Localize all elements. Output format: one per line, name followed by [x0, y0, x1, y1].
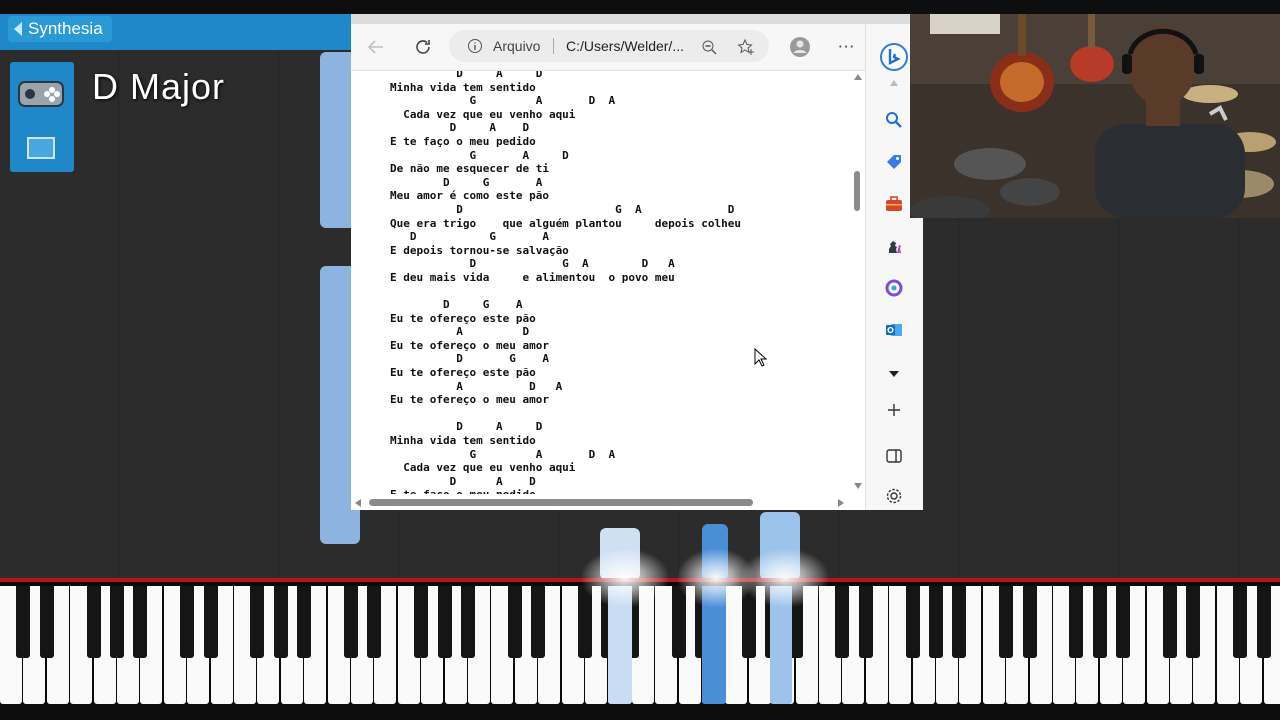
black-key[interactable] — [1069, 586, 1084, 658]
note-hit-glow — [740, 548, 830, 608]
office-icon[interactable] — [880, 278, 908, 306]
black-key[interactable] — [531, 586, 546, 658]
split-screen-icon[interactable] — [880, 444, 908, 472]
settings-icon[interactable] — [880, 486, 908, 514]
black-key[interactable] — [1116, 586, 1131, 658]
black-key[interactable] — [250, 586, 265, 658]
webcam-overlay — [910, 14, 1280, 218]
black-key[interactable] — [437, 586, 452, 658]
scroll-left-icon[interactable] — [355, 499, 361, 507]
black-key[interactable] — [929, 586, 943, 658]
chevron-down-icon[interactable] — [880, 360, 908, 388]
omnibox[interactable]: Arquivo C:/Users/Welder/... — [449, 30, 769, 62]
black-key[interactable] — [1163, 586, 1177, 658]
plus-icon[interactable] — [880, 398, 908, 426]
black-key[interactable] — [86, 586, 101, 658]
zoom-out-icon[interactable] — [701, 39, 717, 55]
black-key[interactable] — [1092, 586, 1107, 658]
black-key[interactable] — [203, 586, 218, 658]
black-key[interactable] — [110, 586, 124, 658]
vertical-scroll-thumb[interactable] — [854, 171, 860, 211]
key-signature: D Major — [92, 66, 226, 107]
tab-strip — [351, 14, 922, 24]
profile-icon[interactable] — [789, 36, 811, 58]
chess-icon[interactable] — [880, 236, 908, 264]
synthesia-back-button[interactable]: Synthesia — [8, 16, 112, 42]
reload-icon[interactable] — [413, 37, 433, 57]
scroll-up-icon[interactable] — [890, 80, 898, 86]
window-icon[interactable] — [27, 137, 55, 159]
scroll-right-icon[interactable] — [838, 499, 844, 507]
black-key[interactable] — [1233, 586, 1248, 658]
address-bar-row: Arquivo C:/Users/Welder/... ⋯ — [351, 24, 922, 71]
black-key[interactable] — [461, 586, 475, 658]
black-key[interactable] — [1022, 586, 1037, 658]
scroll-up-icon[interactable] — [854, 74, 862, 80]
black-key[interactable] — [1256, 586, 1271, 658]
black-key[interactable] — [297, 586, 312, 658]
top-bar — [0, 0, 1280, 14]
add-favorite-icon[interactable] — [737, 38, 755, 56]
black-key[interactable] — [414, 586, 429, 658]
omnibox-separator — [553, 38, 554, 54]
black-key[interactable] — [952, 586, 967, 658]
info-icon[interactable] — [467, 38, 483, 54]
mouse-cursor-icon — [754, 348, 768, 367]
arrow-left-icon[interactable] — [367, 38, 385, 56]
black-key[interactable] — [39, 586, 54, 658]
search-icon[interactable] — [880, 110, 908, 138]
browser-window: Arquivo C:/Users/Welder/... ⋯ D A D Minh… — [351, 14, 923, 510]
text-document-view: D A D Minha vida tem sentido G A D A Cad… — [351, 71, 864, 494]
gamepad-icon[interactable] — [16, 70, 66, 116]
omnibox-scheme-label: Arquivo — [493, 38, 541, 54]
black-key[interactable] — [507, 586, 522, 658]
more-icon[interactable]: ⋯ — [831, 32, 861, 62]
webcam-video-frame — [910, 14, 1280, 218]
black-key[interactable] — [835, 586, 850, 658]
black-key[interactable] — [344, 586, 358, 658]
black-key[interactable] — [671, 586, 686, 658]
scroll-down-icon[interactable] — [854, 483, 862, 489]
bottom-strip — [0, 704, 1280, 720]
tag-icon[interactable] — [880, 152, 908, 180]
horizontal-scroll-thumb[interactable] — [369, 499, 753, 506]
bing-icon[interactable] — [879, 42, 909, 72]
briefcase-icon[interactable] — [880, 194, 908, 222]
black-key[interactable] — [133, 586, 148, 658]
black-key[interactable] — [367, 586, 382, 658]
outlook-icon[interactable] — [880, 320, 908, 348]
black-key[interactable] — [999, 586, 1014, 658]
black-key[interactable] — [180, 586, 195, 658]
note-hit-glow — [580, 548, 670, 608]
omnibox-url[interactable]: C:/Users/Welder/... — [566, 38, 684, 54]
black-key[interactable] — [16, 586, 31, 658]
horizontal-scrollbar[interactable] — [351, 494, 864, 510]
black-key[interactable] — [905, 586, 920, 658]
black-key[interactable] — [273, 586, 288, 658]
black-key[interactable] — [1186, 586, 1201, 658]
vertical-scrollbar[interactable] — [851, 71, 864, 495]
lane-gridline — [278, 14, 279, 580]
black-key[interactable] — [858, 586, 873, 658]
song-lyrics-chords: D A D Minha vida tem sentido G A D A Cad… — [390, 71, 741, 494]
